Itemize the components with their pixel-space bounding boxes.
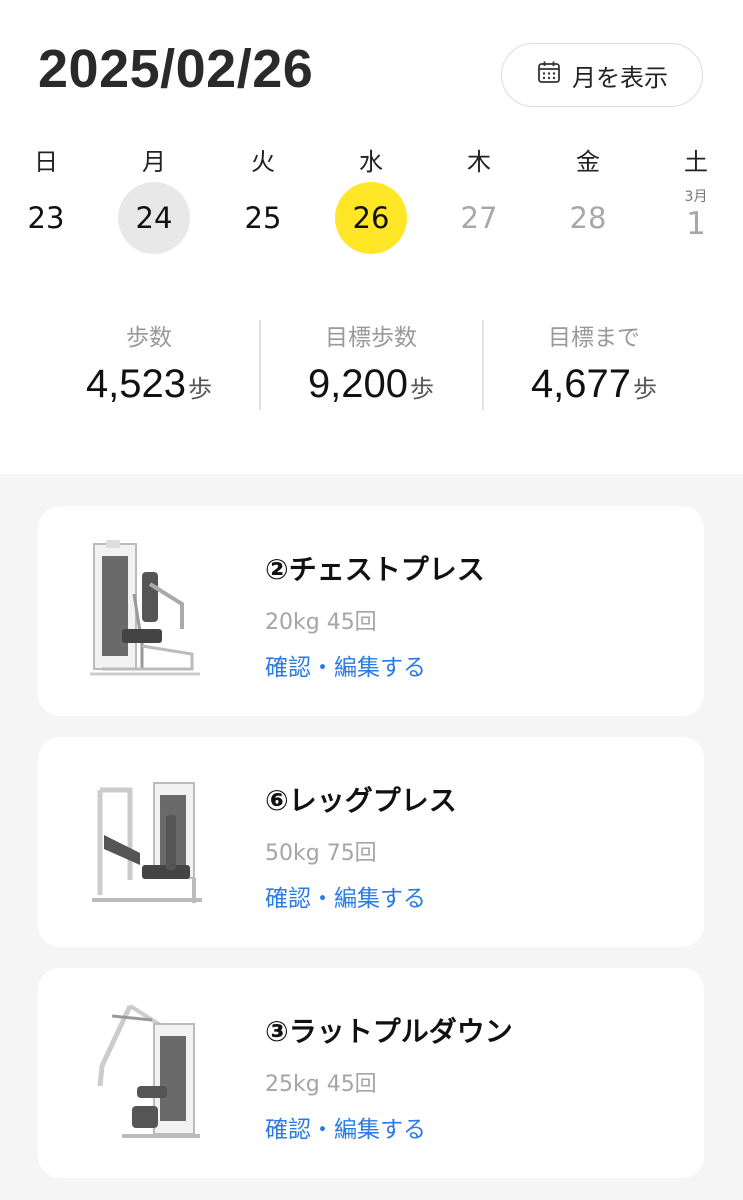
stat-goal-steps: 目標歩数 9,200歩 — [260, 318, 482, 407]
workout-title: ⑥レッグプレス — [265, 784, 457, 817]
day-cell-selected[interactable]: 26 — [335, 182, 407, 254]
stat-unit: 歩 — [188, 375, 213, 403]
lat-pulldown-machine-icon — [82, 996, 212, 1151]
stat-steps: 歩数 4,523歩 — [38, 318, 260, 407]
stat-label: 目標歩数 — [325, 325, 417, 351]
header-section: 2025/02/26 月を表示 日 月 火 水 木 金 土 23 24 25 2… — [0, 0, 743, 474]
weekday-wed: 水 — [359, 148, 383, 176]
workout-detail: 50kg 75回 — [265, 841, 377, 866]
stat-value: 4,677歩 — [530, 362, 658, 406]
edit-link[interactable]: 確認・編集する — [265, 648, 426, 682]
calendar-icon — [536, 59, 562, 91]
workout-detail: 25kg 45回 — [265, 1072, 377, 1097]
day-cell-next-month[interactable]: 1 — [666, 206, 726, 242]
workout-card[interactable]: ③ラットプルダウン 25kg 45回 確認・編集する — [38, 968, 704, 1178]
stat-unit: 歩 — [633, 375, 658, 403]
weekday-thu: 木 — [467, 148, 491, 176]
stat-label: 歩数 — [126, 325, 172, 351]
workout-card[interactable]: ②チェストプレス 20kg 45回 確認・編集する — [38, 506, 704, 716]
stat-unit: 歩 — [410, 375, 435, 403]
page-title: 2025/02/26 — [38, 39, 314, 99]
stat-value: 9,200歩 — [307, 362, 435, 406]
day-cell[interactable]: 25 — [227, 182, 299, 254]
chest-press-machine-icon — [82, 534, 212, 689]
weekday-fri: 金 — [576, 148, 600, 176]
day-cell-future[interactable]: 28 — [552, 182, 624, 254]
weekday-sun: 日 — [34, 148, 58, 176]
workout-detail: 20kg 45回 — [265, 610, 377, 635]
workout-title: ②チェストプレス — [265, 553, 485, 586]
stat-label: 目標まで — [548, 325, 640, 351]
edit-link[interactable]: 確認・編集する — [265, 879, 426, 913]
stat-remaining: 目標まで 4,677歩 — [483, 318, 705, 407]
workout-card[interactable]: ⑥レッグプレス 50kg 75回 確認・編集する — [38, 737, 704, 947]
day-cell-future[interactable]: 27 — [443, 182, 515, 254]
workout-title: ③ラットプルダウン — [265, 1015, 513, 1048]
day-cell[interactable]: 23 — [10, 182, 82, 254]
edit-link[interactable]: 確認・編集する — [265, 1110, 426, 1144]
next-month-label: 3月 — [684, 189, 708, 205]
leg-press-machine-icon — [82, 765, 212, 920]
show-month-label: 月を表示 — [572, 63, 668, 92]
show-month-button[interactable]: 月を表示 — [501, 43, 703, 107]
weekday-mon: 月 — [142, 148, 166, 176]
day-cell-today[interactable]: 24 — [118, 182, 190, 254]
weekday-tue: 火 — [251, 148, 275, 176]
weekday-sat: 土 — [684, 148, 708, 176]
stat-value: 4,523歩 — [85, 362, 213, 406]
